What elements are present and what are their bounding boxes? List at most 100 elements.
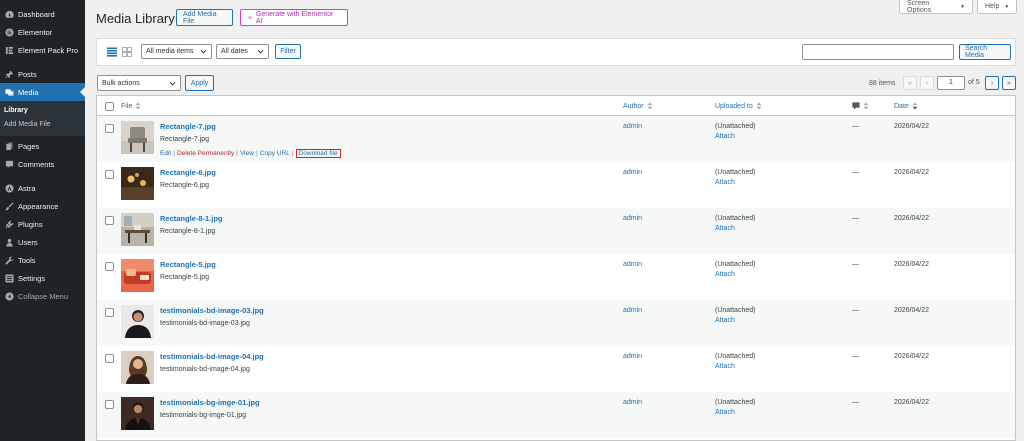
attach-link[interactable]: Attach (715, 225, 735, 232)
sidebar-item-comments[interactable]: Comments (0, 155, 85, 173)
sidebar-item-collapse-menu[interactable]: Collapse Menu (0, 287, 85, 305)
current-page-input[interactable]: 1 (937, 76, 965, 90)
view-link[interactable]: View (240, 150, 254, 157)
sidebar-item-posts[interactable]: Posts (0, 65, 85, 83)
sidebar-item-tools[interactable]: Tools (0, 251, 85, 269)
copy-url-link[interactable]: Copy URL (260, 150, 290, 157)
list-view-icon[interactable] (107, 47, 117, 57)
apply-button[interactable]: Apply (185, 75, 214, 91)
screen-options-tab[interactable]: Screen Options ▼ (899, 0, 973, 14)
author-link[interactable]: admin (623, 307, 642, 314)
file-title-link[interactable]: Rectangle-6.jpg (160, 168, 216, 177)
submenu-library[interactable]: Library (0, 104, 85, 118)
file-title-link[interactable]: testimonials-bg-imge-01.jpg (160, 398, 260, 407)
row-checkbox[interactable] (105, 262, 114, 271)
sidebar-item-dashboard[interactable]: Dashboard (0, 5, 85, 23)
page-title: Media Library (96, 11, 175, 26)
author-link[interactable]: admin (623, 261, 642, 268)
thumbnail-chair[interactable] (121, 121, 154, 154)
delete-permanently-link[interactable]: Delete Permanently (177, 150, 234, 157)
row-checkbox[interactable] (105, 308, 114, 317)
sidebar-item-astra[interactable]: Astra (0, 179, 85, 197)
file-title-link[interactable]: testimonials-bd-image-04.jpg (160, 352, 264, 361)
brush-icon (4, 201, 14, 211)
column-file[interactable]: File (121, 102, 141, 110)
table-row[interactable]: Rectangle-7.jpg Rectangle-7.jpg Edit | De… (97, 116, 1015, 162)
sidebar-label: Tools (18, 255, 36, 265)
table-row[interactable]: Rectangle-5.jpg Rectangle-5.jpg admin (U… (97, 254, 1015, 300)
attach-link[interactable]: Attach (715, 179, 735, 186)
table-row[interactable]: testimonials-bd-image-04.jpg testimonial… (97, 346, 1015, 392)
screen-options-label: Screen Options (907, 0, 932, 14)
thumbnail-portrait-man-suit[interactable] (121, 397, 154, 430)
uploaded-to-status: (Unattached) (715, 399, 756, 406)
add-media-file-button[interactable]: Add Media File (176, 9, 233, 26)
table-row[interactable]: testimonials-bg-imge-01.jpg testimonials… (97, 392, 1015, 438)
sidebar-item-users[interactable]: Users (0, 233, 85, 251)
attach-link[interactable]: Attach (715, 317, 735, 324)
thumbnail-portrait-woman[interactable] (121, 351, 154, 384)
filter-button[interactable]: Filter (275, 44, 301, 59)
row-checkbox[interactable] (105, 124, 114, 133)
sidebar-item-elementor[interactable]: Elementor (0, 23, 85, 41)
file-name: testimonials-bd-image-04.jpg (160, 366, 250, 373)
help-tab[interactable]: Help ▼ (977, 0, 1017, 14)
author-link[interactable]: admin (623, 399, 642, 406)
file-name: Rectangle-5.jpg (160, 274, 210, 281)
sidebar-item-plugins[interactable]: Plugins (0, 215, 85, 233)
thumbnail-lamps[interactable] (121, 167, 154, 200)
media-submenu: Library Add Media File (0, 101, 85, 136)
bulk-actions-select[interactable]: Bulk actions (97, 75, 181, 91)
thumbnail-dining-room[interactable] (121, 213, 154, 246)
table-row[interactable]: Rectangle-6.jpg Rectangle-6.jpg admin (U… (97, 162, 1015, 208)
table-row[interactable]: testimonials-bd-image-03.jpg testimonial… (97, 300, 1015, 346)
attach-link[interactable]: Attach (715, 363, 735, 370)
sidebar-item-appearance[interactable]: Appearance (0, 197, 85, 215)
search-media-input[interactable] (802, 44, 954, 60)
last-page-button[interactable]: » (1002, 76, 1016, 90)
column-uploaded-to[interactable]: Uploaded to (715, 102, 762, 110)
grid-view-icon[interactable] (122, 47, 132, 57)
search-media-button[interactable]: Search Media (959, 44, 1011, 60)
file-name: Rectangle-7.jpg (160, 136, 210, 143)
row-checkbox[interactable] (105, 216, 114, 225)
author-link[interactable]: admin (623, 215, 642, 222)
sidebar-item-settings[interactable]: Settings (0, 269, 85, 287)
row-checkbox[interactable] (105, 354, 114, 363)
file-title-link[interactable]: testimonials-bd-image-03.jpg (160, 306, 264, 315)
row-checkbox[interactable] (105, 170, 114, 179)
sidebar-item-element-pack-pro[interactable]: Element Pack Pro (0, 41, 85, 59)
comment-count: — (852, 307, 859, 314)
table-row[interactable]: Rectangle-8-1.jpg Rectangle-8-1.jpg admi… (97, 208, 1015, 254)
author-link[interactable]: admin (623, 353, 642, 360)
select-all-checkbox[interactable] (105, 102, 114, 111)
date-filter-select[interactable]: All dates (216, 44, 269, 59)
column-comments[interactable] (852, 102, 869, 110)
file-name: testimonials-bd-image-03.jpg (160, 320, 250, 327)
edit-link[interactable]: Edit (160, 150, 171, 157)
sidebar-label: Pages (18, 141, 40, 151)
caret-down-icon: ▼ (960, 3, 965, 10)
download-file-link[interactable]: Download file (295, 149, 341, 158)
thumbnail-red-sofa[interactable] (121, 259, 154, 292)
thumbnail-portrait-man[interactable] (121, 305, 154, 338)
attach-link[interactable]: Attach (715, 409, 735, 416)
media-type-select[interactable]: All media items (141, 44, 212, 59)
column-date[interactable]: Date (894, 102, 918, 110)
author-link[interactable]: admin (623, 169, 642, 176)
generate-with-elementor-ai-button[interactable]: ✧ Generate with Elementor AI (240, 9, 348, 26)
column-author[interactable]: Author (623, 102, 653, 110)
submenu-add-media-file[interactable]: Add Media File (0, 118, 85, 132)
next-page-button[interactable]: › (985, 76, 999, 90)
attach-link[interactable]: Attach (715, 271, 735, 278)
row-checkbox[interactable] (105, 400, 114, 409)
file-title-link[interactable]: Rectangle-5.jpg (160, 260, 216, 269)
sidebar-item-pages[interactable]: Pages (0, 137, 85, 155)
file-title-link[interactable]: Rectangle-7.jpg (160, 122, 216, 131)
author-link[interactable]: admin (623, 123, 642, 130)
file-title-link[interactable]: Rectangle-8-1.jpg (160, 214, 223, 223)
attach-link[interactable]: Attach (715, 133, 735, 140)
sidebar-item-media[interactable]: Media (0, 83, 85, 101)
comment-count: — (852, 399, 859, 406)
comment-count: — (852, 353, 859, 360)
